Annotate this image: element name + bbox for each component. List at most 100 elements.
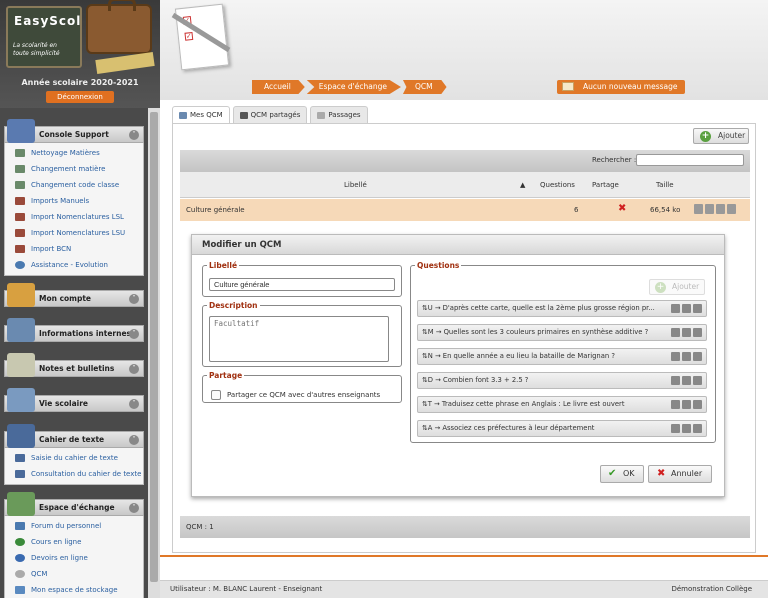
- menu-item-changement-code-classe[interactable]: Changement code classe: [5, 177, 143, 193]
- question-item[interactable]: ⇅N → En quelle année a eu lieu la batail…: [417, 348, 707, 365]
- scrollbar-thumb[interactable]: [150, 112, 158, 582]
- breadcrumb-qcm[interactable]: QCM: [402, 80, 447, 94]
- breadcrumb-accueil[interactable]: Accueil: [252, 80, 305, 94]
- papers-icon: [7, 353, 35, 377]
- globe-icon: [15, 538, 25, 546]
- question-item[interactable]: ⇅M → Quelles sont les 3 couleurs primair…: [417, 324, 707, 341]
- column-header-size[interactable]: Taille: [656, 181, 674, 189]
- menu-item-cours-en-ligne[interactable]: Cours en ligne: [5, 534, 143, 550]
- edit-icon[interactable]: [671, 400, 680, 409]
- table-row[interactable]: Culture générale 6 ✖ 66,54 ko: [180, 199, 750, 221]
- cancel-button[interactable]: ✖ Annuler: [648, 465, 712, 483]
- preview-icon[interactable]: [693, 376, 702, 385]
- description-textarea[interactable]: [209, 316, 389, 362]
- share-fieldset: Partage Partager ce QCM avec d'autres en…: [202, 371, 402, 403]
- menu-header-mon-compte[interactable]: Mon compte ˅: [4, 283, 144, 307]
- preview-icon[interactable]: [693, 328, 702, 337]
- logo: EasyScol La scolarité en toute simplicit…: [6, 6, 82, 68]
- edit-icon: [15, 454, 25, 462]
- add-question-button[interactable]: + Ajouter: [649, 279, 705, 295]
- menu-item-import-lsl[interactable]: Import Nomenclatures LSL: [5, 209, 143, 225]
- menu-item-import-bcn[interactable]: Import BCN: [5, 241, 143, 257]
- view-icon: [15, 470, 25, 478]
- column-header-label[interactable]: Libellé: [344, 181, 367, 189]
- import-icon: [15, 213, 25, 221]
- column-header-share[interactable]: Partage: [592, 181, 619, 189]
- ok-button[interactable]: ✔ OK: [600, 465, 644, 483]
- menu-item-imports-manuels[interactable]: Imports Manuels: [5, 193, 143, 209]
- tab-content: + Ajouter Rechercher : Libellé ▲ Question…: [172, 123, 756, 553]
- chevron-up-icon[interactable]: ˄: [129, 130, 139, 140]
- edit-icon[interactable]: [694, 204, 703, 214]
- copy-icon[interactable]: [705, 204, 714, 214]
- menu-item-nettoyage-matieres[interactable]: Nettoyage Matières: [5, 145, 143, 161]
- menu-header-notes-bulletins[interactable]: Notes et bulletins ˅: [4, 353, 144, 377]
- checkbox-icon: ✓: [184, 31, 194, 41]
- logout-button[interactable]: Déconnexion: [46, 91, 114, 103]
- copy-icon[interactable]: [682, 424, 691, 433]
- logo-area: EasyScol La scolarité en toute simplicit…: [0, 0, 160, 108]
- copy-icon[interactable]: [682, 328, 691, 337]
- menu-header-informations-internes[interactable]: Informations internes ˅: [4, 318, 144, 342]
- chevron-up-icon[interactable]: ˄: [129, 435, 139, 445]
- edit-icon[interactable]: [671, 376, 680, 385]
- preview-icon[interactable]: [693, 352, 702, 361]
- chevron-down-icon[interactable]: ˅: [129, 399, 139, 409]
- column-header-questions[interactable]: Questions: [540, 181, 575, 189]
- edit-icon[interactable]: [671, 304, 680, 313]
- breadcrumb-espace-echange[interactable]: Espace d'échange: [306, 80, 401, 94]
- chevron-down-icon[interactable]: ˅: [129, 294, 139, 304]
- help-icon: [15, 261, 25, 269]
- menu-item-stockage[interactable]: Mon espace de stockage: [5, 582, 143, 598]
- print-icon[interactable]: [727, 204, 736, 214]
- chevron-up-icon[interactable]: ˄: [129, 503, 139, 513]
- menu-item-changement-matiere[interactable]: Changement matière: [5, 161, 143, 177]
- menu-informations-internes: Informations internes ˅: [4, 318, 144, 342]
- menu-item-assistance[interactable]: Assistance - Evolution: [5, 257, 143, 273]
- edit-icon[interactable]: [671, 328, 680, 337]
- menu-item-saisie-cahier[interactable]: Saisie du cahier de texte: [5, 450, 143, 466]
- sort-icon[interactable]: ▲: [520, 181, 525, 189]
- edit-icon[interactable]: [671, 352, 680, 361]
- menu-item-forum[interactable]: Forum du personnel: [5, 518, 143, 534]
- menu-item-consultation-cahier[interactable]: Consultation du cahier de texte: [5, 466, 143, 482]
- copy-icon[interactable]: [682, 304, 691, 313]
- preview-icon[interactable]: [693, 424, 702, 433]
- close-icon: ✖: [657, 468, 666, 479]
- grid-toolbar: Rechercher :: [180, 150, 750, 172]
- copy-icon[interactable]: [682, 352, 691, 361]
- menu-console-support: Console Support ˄ Nettoyage Matières Chan…: [4, 119, 144, 276]
- copy-icon[interactable]: [682, 400, 691, 409]
- question-actions: [671, 400, 702, 409]
- menu-header-vie-scolaire[interactable]: Vie scolaire ˅: [4, 388, 144, 412]
- menu-header-cahier-de-texte[interactable]: Cahier de texte ˄: [4, 424, 144, 448]
- copy-icon[interactable]: [682, 376, 691, 385]
- menu-item-devoirs-en-ligne[interactable]: Devoirs en ligne: [5, 550, 143, 566]
- share-icon[interactable]: [716, 204, 725, 214]
- search-input[interactable]: [636, 154, 744, 166]
- label-input[interactable]: [209, 278, 395, 291]
- question-item[interactable]: ⇅D → Combien font 3.3 + 2.5 ?: [417, 372, 707, 389]
- menu-header-console-support[interactable]: Console Support ˄: [4, 119, 144, 143]
- menu-item-qcm[interactable]: QCM: [5, 566, 143, 582]
- import-icon: [15, 229, 25, 237]
- chevron-down-icon[interactable]: ˅: [129, 329, 139, 339]
- messages-button[interactable]: Aucun nouveau message: [557, 80, 685, 94]
- menu-item-import-lsu[interactable]: Import Nomenclatures LSU: [5, 225, 143, 241]
- sidebar-scrollbar[interactable]: [148, 108, 160, 598]
- question-item[interactable]: ⇅U → D'après cette carte, quelle est la …: [417, 300, 707, 317]
- menu-cahier-de-texte: Cahier de texte ˄ Saisie du cahier de tex…: [4, 424, 144, 485]
- tab-qcm-partages[interactable]: QCM partagés: [232, 106, 308, 124]
- qcm-checklist-icon: ✓ ✓: [174, 3, 230, 71]
- menu-header-espace-echange[interactable]: Espace d'échange ˄: [4, 492, 144, 516]
- preview-icon[interactable]: [693, 400, 702, 409]
- row-questions: 6: [574, 206, 579, 214]
- share-checkbox[interactable]: [211, 390, 221, 400]
- chevron-down-icon[interactable]: ˅: [129, 364, 139, 374]
- tab-passages[interactable]: Passages: [310, 106, 368, 124]
- preview-icon[interactable]: [693, 304, 702, 313]
- edit-icon[interactable]: [671, 424, 680, 433]
- question-item[interactable]: ⇅T → Traduisez cette phrase en Anglais :…: [417, 396, 707, 413]
- question-item[interactable]: ⇅A → Associez ces préfectures à leur dép…: [417, 420, 707, 437]
- add-qcm-button[interactable]: + Ajouter: [693, 128, 749, 144]
